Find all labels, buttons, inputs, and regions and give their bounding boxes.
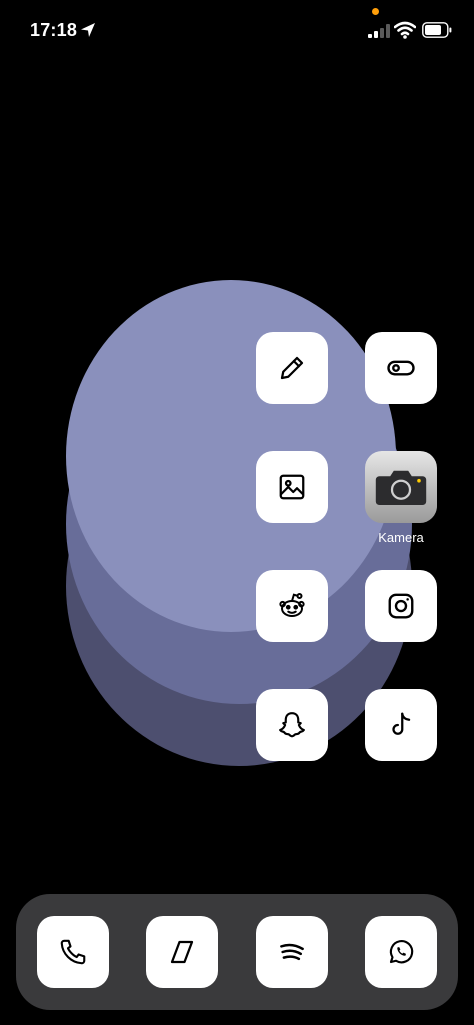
instagram-app[interactable]	[365, 570, 437, 642]
status-time: 17:18	[30, 20, 78, 40]
whatsapp-app[interactable]	[365, 916, 437, 988]
reddit-app[interactable]	[256, 570, 328, 642]
photos-app[interactable]	[256, 451, 328, 523]
toggle-icon	[387, 360, 415, 376]
wallpaper-circle-light	[66, 280, 396, 632]
image-icon	[279, 474, 305, 500]
status-bar: 17:18	[0, 0, 474, 60]
battery-icon	[422, 22, 452, 38]
tiktok-icon	[392, 712, 411, 735]
pencil-app[interactable]	[256, 332, 328, 404]
cellular-signal-icon	[368, 24, 390, 38]
wallpaper-circle-dark	[66, 406, 412, 766]
phone-app[interactable]	[37, 916, 109, 988]
whatsapp-icon	[389, 940, 414, 964]
privacy-indicator-dot	[372, 8, 379, 15]
safari-app[interactable]	[146, 916, 218, 988]
location-arrow-icon	[81, 23, 95, 37]
phone-icon	[60, 939, 86, 965]
spotify-app[interactable]	[256, 916, 328, 988]
wallpaper-circle-mid	[66, 344, 412, 704]
compass-icon	[170, 940, 194, 964]
camera-app[interactable]	[365, 451, 437, 523]
snapchat-icon	[279, 712, 305, 738]
spotify-icon	[280, 943, 304, 961]
pencil-icon	[280, 356, 304, 380]
reddit-icon	[279, 593, 305, 617]
tiktok-app[interactable]	[365, 689, 437, 761]
camera-app-label: Kamera	[378, 530, 424, 545]
snapchat-app[interactable]	[256, 689, 328, 761]
instagram-icon	[388, 593, 414, 619]
camera-icon	[375, 470, 427, 505]
wifi-icon	[394, 21, 416, 39]
toggle-app[interactable]	[365, 332, 437, 404]
